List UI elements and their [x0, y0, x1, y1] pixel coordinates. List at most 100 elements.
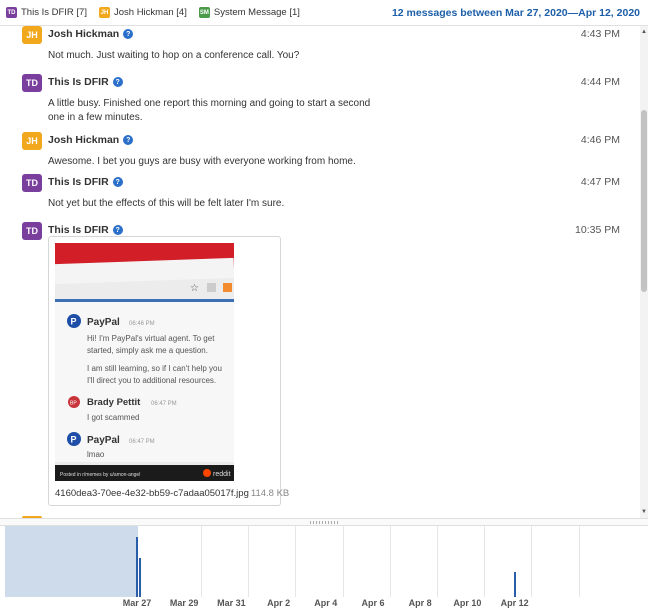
chat-agent-name: PayPal [87, 317, 120, 328]
timeline-gridline [531, 526, 533, 597]
avatar: TD [22, 222, 42, 240]
timeline-gridline [248, 526, 250, 597]
avatar: SM [198, 7, 210, 18]
sender-name: Josh Hickman? [48, 134, 134, 146]
attachment-size: 114.8 KB [250, 488, 290, 499]
timeline-gridline [484, 526, 486, 597]
svg-text:started, simply ask me a quest: started, simply ask me a question. [87, 346, 208, 355]
timeline-gridline [437, 526, 438, 597]
participant-chip-jh[interactable]: JH Josh Hickman [4] [98, 7, 187, 18]
timeline-gridline [201, 526, 202, 597]
svg-text:☆: ☆ [190, 283, 199, 294]
message-item: TD This Is DFIR? 4:44 PM A little busy. … [22, 74, 632, 124]
verified-icon: ? [123, 135, 134, 145]
sender-label: This Is DFIR [48, 76, 109, 88]
timeline-tick-label: Apr 2 [267, 598, 291, 608]
attachment-filename[interactable]: 4160dea3-70ee-4e32-bb59-c7adaa05017f.jpg… [55, 488, 289, 499]
message-text: Not much. Just waiting to hop on a confe… [48, 50, 300, 61]
chat-user-initials: BP [70, 401, 77, 407]
timeline-tick-label: Apr 4 [314, 598, 338, 608]
reddit-label: reddit [213, 471, 231, 478]
message-count-summary: 12 messages between Mar 27, 2020—Apr 12,… [391, 7, 640, 19]
message-time: 4:43 PM [580, 28, 620, 40]
participant-chip-td[interactable]: TD This Is DFIR [7] [6, 7, 87, 18]
timeline-tick-label: Mar 29 [169, 598, 199, 608]
svg-text:P: P [71, 317, 77, 327]
message-text: Not yet but the effects of this will be … [48, 198, 285, 209]
attachment-thumbnail[interactable]: ☆ P PayPal 06:46 PM Hi! I'm PayPal's vir… [55, 243, 234, 481]
svg-text:P: P [71, 435, 77, 445]
timeline-tick-label: Apr 12 [500, 598, 529, 608]
message-time: 4:46 PM [580, 134, 620, 146]
chat-agent-text: lmao [87, 450, 105, 459]
verified-icon: ? [112, 225, 123, 235]
chat-agent-name: PayPal [87, 435, 120, 446]
timeline-gridline [578, 526, 580, 597]
message-item: JH Josh Hickman? 4:43 PM Not much. Just … [22, 26, 632, 66]
sender-name: This Is DFIR? [48, 176, 123, 188]
participant-label: Josh Hickman [4] [113, 7, 187, 18]
sender-label: This Is DFIR [48, 176, 109, 188]
timeline-resize-handle[interactable] [0, 518, 648, 526]
verified-icon: ? [112, 77, 123, 87]
conversation-header: TD This Is DFIR [7] JH Josh Hickman [4] … [0, 0, 648, 26]
message-time: 10:35 PM [575, 224, 620, 236]
filename-text: 4160dea3-70ee-4e32-bb59-c7adaa05017f.jpg [55, 488, 249, 499]
message-list-scrollbar[interactable]: ▲ ▼ [640, 26, 648, 518]
participant-chip-sm[interactable]: SM System Message [1] [198, 7, 300, 18]
svg-text:I'll direct you to additional: I'll direct you to additional resources. [87, 376, 216, 385]
avatar: TD [22, 74, 42, 92]
message-item: TD This Is DFIR? 4:47 PM Not yet but the… [22, 174, 632, 214]
timeline-tick-label: Mar 31 [217, 598, 246, 608]
timeline-activity-bar[interactable] [139, 558, 141, 597]
avatar: JH [22, 132, 42, 150]
sender-label: Josh Hickman [48, 28, 120, 40]
timeline-gridline [389, 526, 391, 597]
sender-name: Josh Hickman? [48, 28, 134, 40]
chat-user-text: I got scammed [87, 413, 139, 422]
attachment-image: ☆ P PayPal 06:46 PM Hi! I'm PayPal's vir… [55, 243, 234, 481]
timeline-activity-bar[interactable] [136, 537, 138, 597]
timeline-tick-label: Mar 27 [122, 598, 152, 608]
chat-user-name: Brady Pettit [87, 397, 141, 408]
avatar: TD [22, 174, 42, 192]
timeline-gridline [295, 526, 297, 597]
svg-text:I am still learning, so if I c: I am still learning, so if I can't help … [87, 364, 222, 373]
message-timeline[interactable]: Mar 27 Mar 29 Mar 31 Apr 2 Apr 4 Apr 6 Apr 8 Ap… [0, 526, 648, 608]
sender-name: This Is DFIR? [48, 224, 123, 236]
message-time: 4:44 PM [580, 76, 620, 88]
scroll-up-icon[interactable]: ▲ [641, 28, 647, 36]
timeline-activity-bar[interactable] [513, 572, 516, 597]
timeline-tick-label: Apr 6 [361, 598, 385, 608]
message-time: 4:47 PM [580, 176, 620, 188]
timeline-gridline [342, 526, 344, 597]
timeline-tick-label: Apr 8 [408, 598, 432, 608]
sender-label: This Is DFIR [48, 224, 109, 236]
chat-time: 06:47 PM [151, 401, 177, 407]
sender-label: Josh Hickman [48, 134, 120, 146]
message-item: TD This Is DFIR? 10:35 PM ☆ P PayPal 06:… [22, 222, 632, 512]
chat-time: 06:46 PM [129, 321, 155, 327]
sender-name: This Is DFIR? [48, 76, 123, 88]
avatar: JH [22, 26, 42, 44]
image-attachment[interactable]: ☆ P PayPal 06:46 PM Hi! I'm PayPal's vir… [48, 236, 289, 506]
message-item: JH Josh Hickman? 4:46 PM Awesome. I bet … [22, 132, 632, 172]
message-text: A little busy. Finished one report this … [48, 98, 371, 123]
message-text: Awesome. I bet you guys are busy with ev… [48, 156, 356, 167]
post-credit: Posted in r/memes by u/amon-angel [60, 472, 140, 478]
scrollbar-thumb[interactable] [641, 110, 647, 292]
participant-label: This Is DFIR [7] [21, 7, 87, 18]
svg-text:Hi! I'm PayPal's virtual agent: Hi! I'm PayPal's virtual agent. To get [87, 334, 215, 343]
avatar: TD [6, 7, 17, 18]
timeline-selection[interactable] [5, 526, 138, 597]
message-list[interactable]: JH Josh Hickman? 4:43 PM Not much. Just … [0, 26, 640, 518]
chat-time: 06:47 PM [129, 439, 155, 445]
verified-icon: ? [123, 29, 134, 39]
scroll-down-icon[interactable]: ▼ [641, 508, 647, 516]
avatar: JH [98, 7, 110, 18]
timeline-tick-label: Apr 10 [453, 598, 482, 608]
grip-icon [310, 521, 340, 524]
participant-label: System Message [1] [213, 7, 300, 18]
verified-icon: ? [112, 177, 123, 187]
participant-list: TD This Is DFIR [7] JH Josh Hickman [4] … [6, 7, 312, 18]
